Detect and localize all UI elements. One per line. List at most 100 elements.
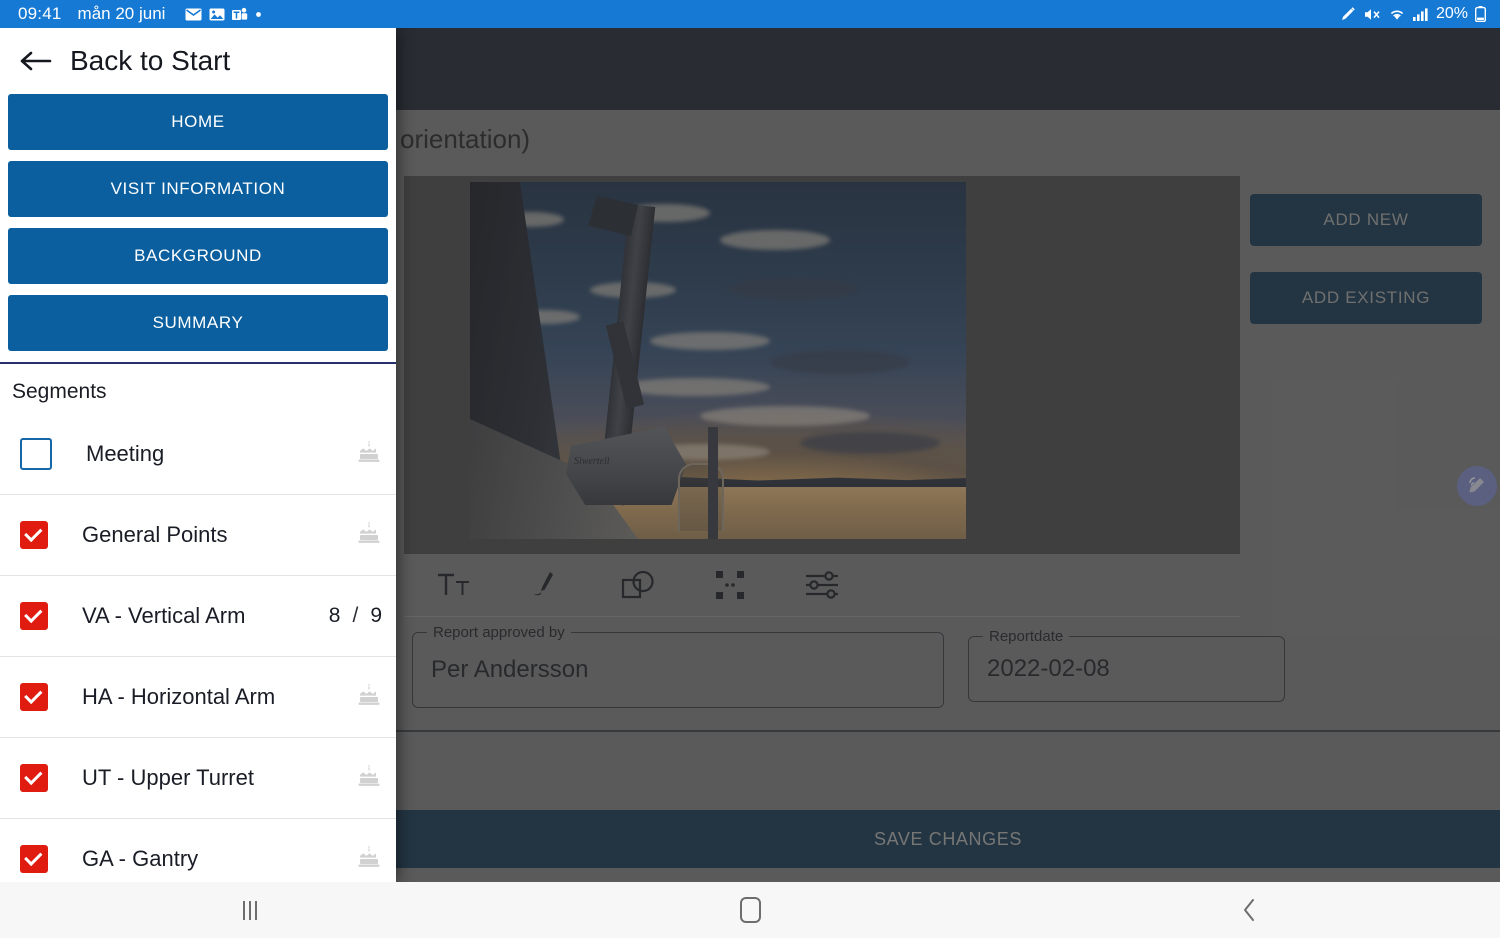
segment-trailing — [356, 439, 382, 470]
page-title: orientation) — [400, 124, 531, 154]
report-date-value: 2022-02-08 — [987, 655, 1110, 682]
report-approved-by-label: Report approved by — [427, 624, 571, 641]
segments-list: Meeting General Points VA - Vertical Arm… — [0, 414, 396, 882]
report-date-field[interactable]: Reportdate 2022-02-08 — [968, 628, 1285, 702]
status-bar-right: 20% — [1340, 5, 1500, 23]
photo-rail-post — [708, 427, 718, 539]
segment-checkbox[interactable] — [20, 764, 48, 792]
drawer-nav-buttons: HOME VISIT INFORMATION BACKGROUND SUMMAR… — [0, 94, 396, 351]
status-bar-left: 09:41 mån 20 juni — [0, 4, 262, 24]
segments-heading: Segments — [12, 380, 107, 403]
image-edit-toolbar — [404, 554, 1240, 617]
report-date-label: Reportdate — [983, 628, 1070, 645]
cloud — [800, 432, 940, 454]
report-approved-by-value: Per Andersson — [431, 656, 589, 683]
add-existing-button[interactable]: ADD EXISTING — [1250, 272, 1482, 324]
segment-trailing — [356, 520, 382, 551]
cake-icon — [356, 439, 382, 470]
teams-icon — [232, 7, 248, 21]
cloud — [620, 378, 770, 396]
segment-checkbox[interactable] — [20, 845, 48, 873]
adjustments-tool-icon[interactable] — [776, 554, 868, 616]
back-chevron-icon — [1242, 898, 1258, 922]
cloud — [700, 406, 870, 426]
main-content: orientation) Siwertell Report approved b… — [396, 110, 1500, 882]
segment-label: UT - Upper Turret — [82, 764, 254, 790]
segment-label: Meeting — [86, 440, 165, 466]
save-changes-label: SAVE CHANGES — [874, 828, 1022, 849]
stylus-edit-icon[interactable] — [1457, 466, 1497, 506]
segment-row-meeting[interactable]: Meeting — [0, 414, 396, 495]
battery-icon — [1475, 6, 1486, 22]
segment-trailing — [356, 682, 382, 713]
side-actions: ADD NEW ADD EXISTING — [1250, 194, 1490, 350]
nav-button-visit-information[interactable]: VISIT INFORMATION — [8, 161, 388, 217]
segment-checkbox[interactable] — [20, 602, 48, 630]
segment-checkbox[interactable] — [20, 521, 48, 549]
cake-icon — [356, 844, 382, 875]
pen-tool-icon[interactable] — [500, 554, 592, 616]
segment-label: HA - Horizontal Arm — [82, 683, 276, 709]
mute-icon — [1363, 7, 1381, 22]
recents-icon — [243, 900, 257, 920]
text-tool-icon[interactable] — [408, 554, 500, 616]
report-approved-by-field[interactable]: Report approved by Per Andersson — [412, 624, 944, 708]
segment-checkbox[interactable] — [20, 438, 52, 470]
cloud — [720, 230, 830, 250]
cake-icon — [356, 682, 382, 713]
segment-count-total: 9 — [370, 604, 382, 627]
cake-icon — [356, 763, 382, 794]
pen-icon — [1340, 6, 1356, 22]
navigation-drawer: Back to Start HOME VISIT INFORMATION BAC… — [0, 28, 396, 882]
segment-trailing — [356, 844, 382, 875]
segment-trailing — [356, 763, 382, 794]
segment-count-done: 8 — [328, 604, 341, 627]
segment-trailing: 8 / 9 — [329, 604, 382, 628]
photo-crane-label: Siwertell — [574, 456, 610, 467]
photo-stage: Siwertell — [404, 176, 1240, 554]
segment-label: GA - Gantry — [82, 845, 199, 871]
add-new-button[interactable]: ADD NEW — [1250, 194, 1482, 246]
recents-button[interactable] — [0, 900, 500, 920]
segment-progress-count: 8 / 9 — [329, 604, 382, 628]
back-to-start-label: Back to Start — [70, 45, 231, 76]
back-button[interactable] — [1000, 898, 1500, 922]
dot-icon — [255, 11, 262, 18]
mail-icon — [185, 8, 202, 21]
signal-icon — [1412, 7, 1429, 21]
report-photo[interactable]: Siwertell — [470, 182, 966, 539]
screen-root: 09:41 mån 20 juni 20% orientation) Siwer… — [0, 0, 1500, 938]
cloud — [650, 332, 770, 350]
segment-label: General Points — [82, 521, 228, 547]
status-bar: 09:41 mån 20 juni 20% — [0, 0, 1500, 28]
segment-label: VA - Vertical Arm — [82, 602, 246, 628]
save-changes-bar[interactable]: SAVE CHANGES — [396, 810, 1500, 868]
segment-row-general-points[interactable]: General Points — [0, 495, 396, 576]
form-fields: Report approved by Per Andersson Reportd… — [404, 624, 1285, 718]
shapes-tool-icon[interactable] — [592, 554, 684, 616]
crop-select-tool-icon[interactable] — [684, 554, 776, 616]
cloud — [770, 350, 910, 374]
app-bar — [396, 28, 1500, 110]
segment-row-ha-horizontal-arm[interactable]: HA - Horizontal Arm — [0, 657, 396, 738]
segment-checkbox[interactable] — [20, 683, 48, 711]
system-navigation-bar — [0, 882, 1500, 938]
home-button[interactable] — [500, 897, 1000, 923]
arrow-left-icon[interactable] — [20, 50, 52, 72]
drawer-header[interactable]: Back to Start — [0, 28, 396, 94]
segment-row-ut-upper-turret[interactable]: UT - Upper Turret — [0, 738, 396, 819]
nav-button-summary[interactable]: SUMMARY — [8, 295, 388, 351]
segment-count-separator: / — [352, 604, 359, 627]
photos-icon — [209, 8, 225, 21]
segment-row-ga-gantry[interactable]: GA - Gantry — [0, 819, 396, 882]
cloud — [728, 278, 858, 300]
status-notification-icons — [185, 7, 262, 21]
status-time: 09:41 — [18, 4, 62, 23]
cake-icon — [356, 520, 382, 551]
nav-button-background[interactable]: BACKGROUND — [8, 228, 388, 284]
battery-level: 20% — [1435, 5, 1468, 22]
wifi-icon — [1388, 7, 1406, 21]
segment-row-va-vertical-arm[interactable]: VA - Vertical Arm 8 / 9 — [0, 576, 396, 657]
status-date: mån 20 juni — [77, 4, 166, 23]
nav-button-home[interactable]: HOME — [8, 94, 388, 150]
